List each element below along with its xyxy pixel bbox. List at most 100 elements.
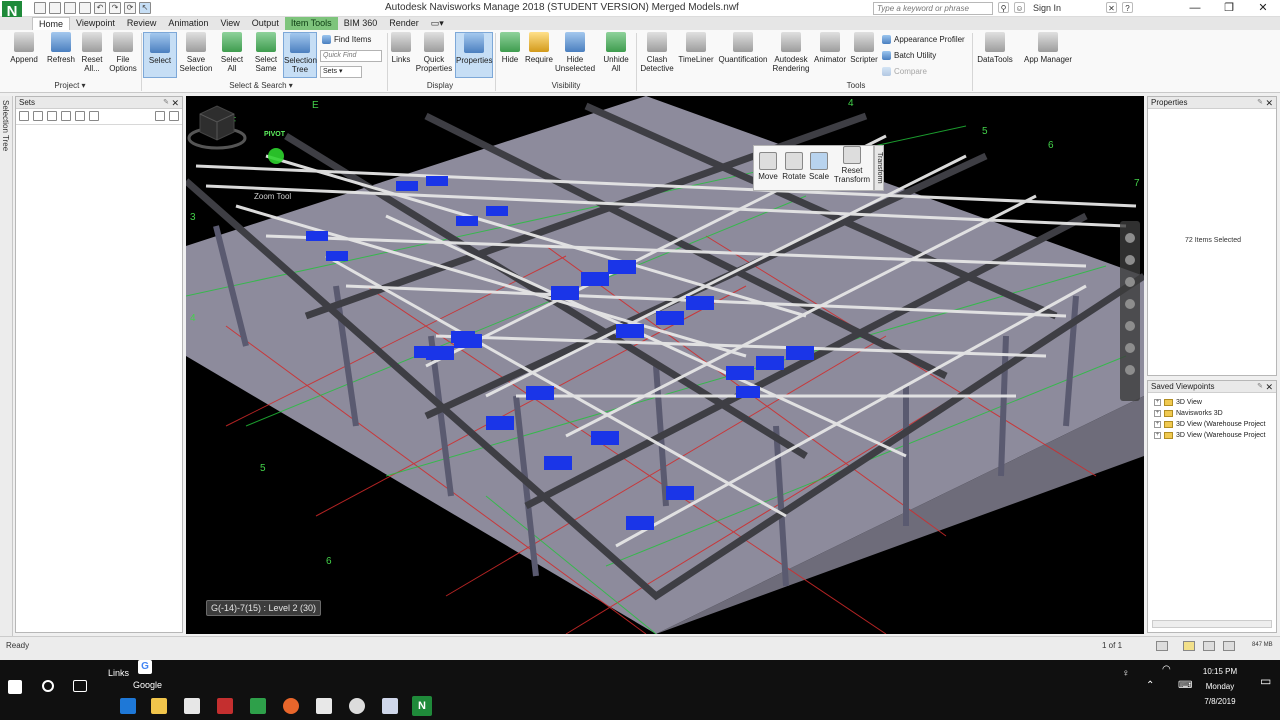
new-file-icon[interactable] (34, 2, 46, 14)
file-explorer-icon[interactable] (151, 698, 167, 714)
save-selection-icon[interactable] (19, 111, 29, 121)
links-toolbar-label[interactable]: Links (108, 668, 129, 678)
quantification-button[interactable]: Quantification (716, 32, 770, 64)
clash-detective-button[interactable]: Clash Detective (638, 32, 676, 73)
viewcube-icon[interactable] (186, 96, 248, 158)
close-icon[interactable]: ✕ (1265, 97, 1273, 109)
task-view-icon[interactable] (73, 680, 87, 692)
user-icon[interactable]: ☺ (1014, 2, 1025, 13)
zoom-icon[interactable] (1125, 277, 1135, 287)
select-button[interactable]: Select (143, 32, 177, 78)
autodesk-rendering-button[interactable]: Autodesk Rendering (771, 32, 811, 73)
walk-icon[interactable] (1125, 343, 1135, 353)
delete-icon[interactable] (89, 111, 99, 121)
restore-button[interactable]: ❐ (1212, 0, 1246, 17)
edge-icon[interactable] (120, 698, 136, 714)
refresh-button[interactable]: Refresh (45, 32, 77, 64)
google-icon[interactable]: G (138, 660, 152, 674)
minimize-button[interactable]: — (1178, 0, 1212, 17)
ribbon-options-icon[interactable]: ▭▾ (425, 17, 450, 30)
help-search-input[interactable]: Type a keyword or phrase (873, 2, 993, 15)
save-search-icon[interactable] (33, 111, 43, 121)
tab-animation[interactable]: Animation (162, 17, 214, 30)
pencil-icon[interactable] (1183, 641, 1195, 651)
hide-button[interactable]: Hide (498, 32, 522, 64)
webserver-icon[interactable] (1223, 641, 1235, 651)
pan-hand-icon[interactable] (1125, 255, 1135, 265)
help-icon[interactable]: ? (1122, 2, 1134, 13)
add-comment-icon[interactable] (75, 111, 85, 121)
select-same-button[interactable]: Select Same (252, 32, 280, 73)
appearance-profiler-button[interactable]: Appearance Profiler (882, 35, 965, 44)
batch-utility-button[interactable]: Batch Utility (882, 51, 936, 60)
find-items-button[interactable]: Find Items (322, 35, 371, 44)
scale-button[interactable]: Scale (809, 152, 829, 181)
tab-output[interactable]: Output (246, 17, 285, 30)
selection-tree-button[interactable]: Selection Tree (283, 32, 317, 78)
animator-button[interactable]: Animator (812, 32, 848, 64)
datatools-button[interactable]: DataTools (976, 32, 1014, 64)
compare-button[interactable]: Compare (882, 67, 927, 76)
close-icon[interactable]: ✕ (1265, 381, 1273, 393)
firefox-icon[interactable] (283, 698, 299, 714)
unhide-all-button[interactable]: Unhide All (601, 32, 631, 73)
sets-dropdown[interactable]: Sets ▾ (320, 66, 362, 78)
chevron-up-icon[interactable]: ⌃ (1146, 680, 1154, 691)
save-icon[interactable] (64, 2, 76, 14)
rotate-button[interactable]: Rotate (782, 152, 806, 181)
navisworks-taskbar-icon[interactable]: N (412, 696, 432, 716)
windows-start-icon[interactable] (8, 680, 22, 694)
select-search-panel-label[interactable]: Select & Search ▾ (216, 81, 306, 90)
tree-item[interactable]: + Navisworks 3D (1154, 408, 1276, 419)
select-all-button[interactable]: Select All (218, 32, 246, 73)
network-icon[interactable]: ◠ (1162, 664, 1171, 675)
sheet-browser-icon[interactable] (1156, 641, 1168, 651)
app-manager-button[interactable]: App Manager (1020, 32, 1076, 64)
tab-view[interactable]: View (214, 17, 245, 30)
mail-icon[interactable] (316, 698, 332, 714)
cortana-icon[interactable] (42, 680, 54, 692)
pin-icon[interactable]: ✎ (163, 97, 169, 109)
exchange-icon[interactable]: ✕ (1106, 2, 1118, 13)
pin-icon[interactable]: ✎ (1257, 381, 1263, 393)
file-options-button[interactable]: File Options (108, 32, 138, 73)
tab-review[interactable]: Review (121, 17, 163, 30)
import-export-icon[interactable] (169, 111, 179, 121)
app-icon[interactable] (349, 698, 365, 714)
notification-icon[interactable]: ▭ (1260, 674, 1271, 688)
taskbar-clock[interactable]: 10:15 PM Monday 7/8/2019 (1198, 664, 1242, 709)
save-selection-button[interactable]: Save Selection (178, 32, 214, 73)
quick-properties-button[interactable]: Quick Properties (415, 32, 453, 73)
google-drive-icon[interactable] (250, 698, 266, 714)
close-button[interactable]: ✕ (1246, 0, 1280, 17)
tab-bim360[interactable]: BIM 360 (338, 17, 384, 30)
keyboard-icon[interactable]: ⌨ (1178, 680, 1192, 691)
duplicate-icon[interactable] (61, 111, 71, 121)
tab-render[interactable]: Render (383, 17, 425, 30)
sign-in-link[interactable]: Sign In (1033, 3, 1061, 13)
scripter-button[interactable]: Scripter (849, 32, 879, 64)
tab-item-tools[interactable]: Item Tools (284, 17, 338, 30)
tab-viewpoint[interactable]: Viewpoint (70, 17, 121, 30)
project-panel-label[interactable]: Project ▾ (40, 81, 100, 90)
app-t-icon[interactable] (217, 698, 233, 714)
links-button[interactable]: Links (389, 32, 413, 64)
store-icon[interactable] (184, 698, 200, 714)
tree-item[interactable]: +3D View (Warehouse Project (1154, 419, 1276, 430)
pin-icon[interactable]: ✎ (1257, 97, 1263, 109)
select-icon[interactable] (1125, 365, 1135, 375)
binoculars-icon[interactable]: ⚲ (998, 2, 1009, 13)
hide-unselected-button[interactable]: Hide Unselected (555, 32, 595, 73)
new-folder-icon[interactable] (47, 111, 57, 121)
print-icon[interactable] (79, 2, 91, 14)
properties-button[interactable]: Properties (455, 32, 493, 78)
tree-item[interactable]: +3D View (Warehouse Project (1154, 430, 1276, 441)
people-icon[interactable]: ♀ (1122, 668, 1130, 679)
open-folder-icon[interactable] (49, 2, 61, 14)
refresh-icon[interactable]: ⟳ (124, 2, 136, 14)
selection-tree-tab[interactable]: Selection Tree (0, 96, 13, 636)
timeliner-button[interactable]: TimeLiner (677, 32, 715, 64)
3d-viewport[interactable]: F E 3 4 5 6 7 4 5 6 PIVOT Zoom Tool (186, 96, 1144, 634)
expand-icon[interactable]: + (1154, 432, 1161, 439)
reset-transform-button[interactable]: Reset Transform (832, 146, 872, 184)
